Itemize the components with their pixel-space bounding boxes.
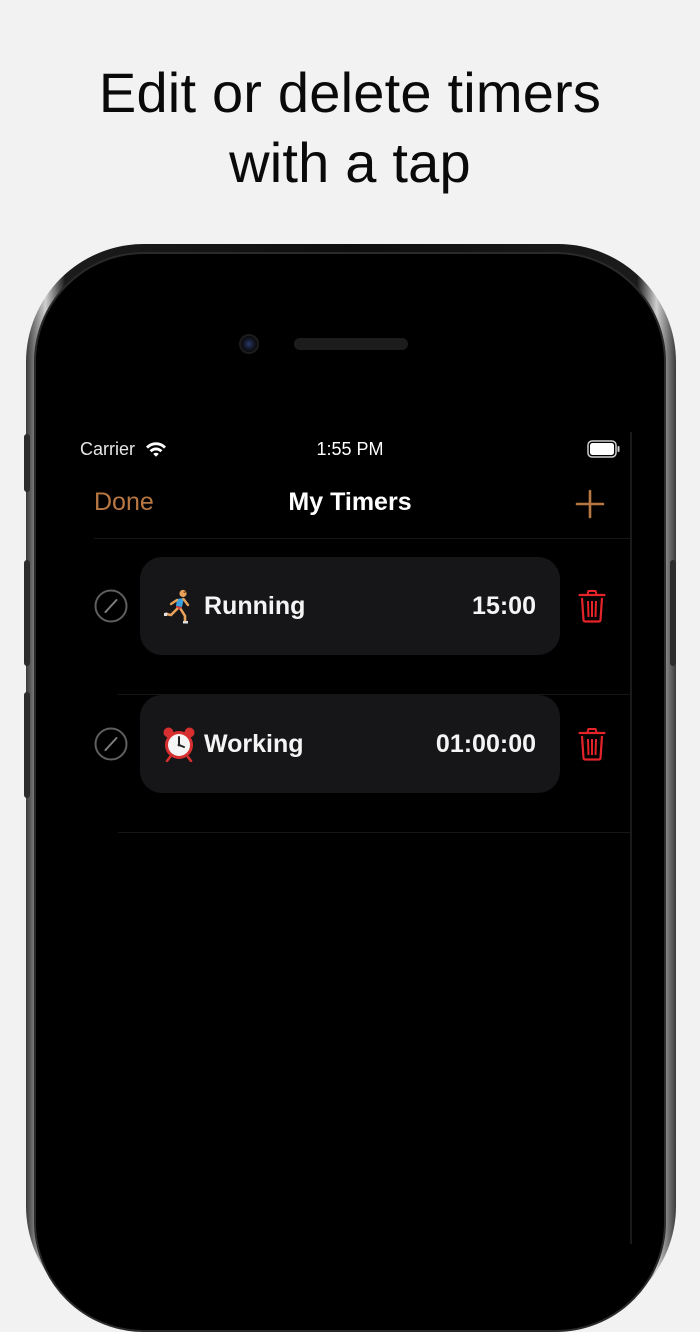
phone-volume-up (24, 560, 30, 666)
timer-duration: 15:00 (472, 592, 536, 620)
timer-row: Working 01:00:00 (70, 695, 630, 833)
plus-icon[interactable] (574, 488, 606, 520)
row-divider (118, 832, 630, 833)
status-bar: Carrier 1:55 PM (70, 432, 630, 468)
alarm-clock-icon (163, 727, 195, 762)
phone-volume-down (24, 692, 30, 798)
navigation-bar: Done My Timers (70, 476, 630, 528)
front-camera (239, 334, 259, 354)
phone-mute-switch (24, 434, 30, 492)
trash-icon[interactable] (578, 727, 606, 761)
timer-name: Running (204, 592, 306, 620)
timer-card[interactable]: Running 15:00 (140, 557, 560, 655)
running-person-icon (164, 589, 190, 624)
timer-row: Running 15:00 (70, 557, 630, 695)
headline-line-1: Edit or delete timers (98, 61, 602, 124)
headline-line-2: with a tap (229, 131, 471, 194)
navbar-divider (94, 538, 630, 539)
timer-card[interactable]: Working 01:00:00 (140, 695, 560, 793)
edit-icon[interactable] (94, 589, 128, 623)
timer-duration: 01:00:00 (435, 730, 536, 758)
status-time: 1:55 PM (316, 439, 384, 459)
earpiece-speaker (294, 338, 408, 350)
phone-power-button (670, 560, 676, 666)
screen-edge (630, 432, 632, 1244)
battery-icon (587, 440, 620, 458)
timer-name: Working (204, 730, 304, 758)
trash-icon[interactable] (578, 589, 606, 623)
app-screen: Carrier 1:55 PM Done My Timers Running 1… (70, 432, 630, 1244)
page-title: My Timers (288, 488, 412, 516)
marketing-headline: Edit or delete timers with a tap (0, 58, 700, 198)
edit-icon[interactable] (94, 727, 128, 761)
